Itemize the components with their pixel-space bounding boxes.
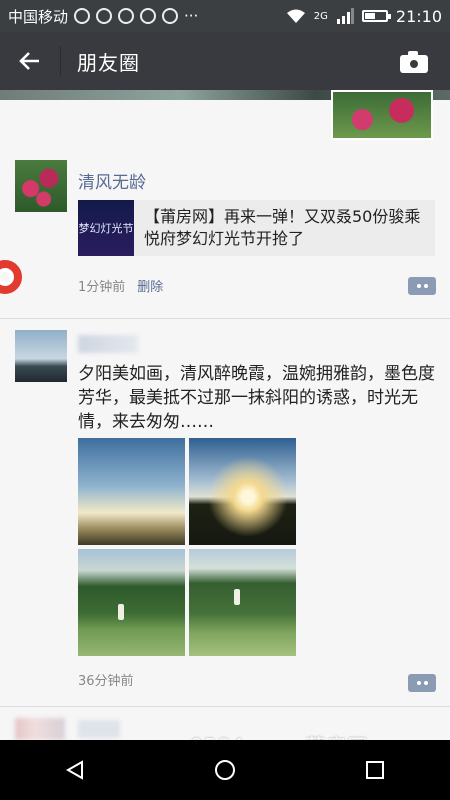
post-item: 清风无龄 梦幻灯光节 【莆房网】再来一弹！又双叒50份骏乘悦府梦幻灯光节开抢了 …	[0, 160, 450, 328]
page-title: 朋友圈	[77, 50, 140, 75]
back-button[interactable]	[0, 32, 60, 90]
back-arrow-icon	[19, 52, 39, 70]
post-meta: 1分钟前 删除	[78, 276, 163, 295]
battery-icon	[361, 10, 391, 22]
clock: 21:10	[395, 6, 442, 26]
title-bar: 朋友圈	[0, 32, 450, 90]
post-time: 36分钟前	[78, 674, 134, 689]
more-icon: ···	[184, 7, 199, 25]
photo-sunset-2[interactable]	[189, 438, 296, 545]
author-name[interactable]: 清风无龄	[78, 168, 146, 193]
carrier-label: 中国移动	[8, 7, 69, 26]
divider	[0, 706, 450, 707]
post-text: 夕阳美如画，清风醉晚霞，温婉拥雅韵，墨色度芳华，最美抵不过那一抹斜阳的诱惑，时光…	[78, 364, 435, 432]
photo-grid	[78, 438, 298, 656]
post-meta: 36分钟前	[78, 670, 134, 689]
link-thumbnail: 梦幻灯光节	[78, 200, 134, 256]
app-icon-2	[162, 8, 179, 24]
nav-recent-icon	[366, 761, 384, 779]
comment-icon	[416, 284, 428, 288]
photo-field-2[interactable]	[189, 549, 296, 656]
post-item: 夕阳美如画，清风醉晚霞，温婉拥雅韵，墨色度芳华，最美抵不过那一抹斜阳的诱惑，时光…	[0, 330, 450, 705]
comment-button[interactable]	[408, 277, 436, 295]
link-title: 【莆房网】再来一弹！又双叒50份骏乘悦府梦幻灯光节开抢了	[144, 207, 421, 248]
author-name-blurred[interactable]	[78, 335, 138, 353]
moments-feed[interactable]: 清风无龄 梦幻灯光节 【莆房网】再来一弹！又双叒50份骏乘悦府梦幻灯光节开抢了 …	[0, 90, 450, 758]
comment-button[interactable]	[408, 674, 436, 692]
camera-button[interactable]	[400, 51, 428, 73]
avatar[interactable]	[15, 330, 67, 382]
notification-icon	[74, 8, 91, 24]
nav-back-icon	[65, 760, 83, 780]
browser-icon	[118, 8, 135, 24]
nav-home-icon	[215, 760, 235, 780]
my-avatar[interactable]	[331, 90, 433, 140]
avatar[interactable]	[15, 160, 67, 212]
avatar-blurred[interactable]	[15, 718, 65, 740]
network-label: 2G	[313, 10, 328, 22]
status-bar: 中国移动 ··· 2G 21:10	[0, 0, 450, 32]
moon-icon	[96, 8, 113, 24]
post-item-partial: 0594.com 莆房网	[0, 708, 450, 758]
photo-sunset-1[interactable]	[78, 438, 185, 545]
signal-icon	[336, 8, 354, 24]
nav-recent-button[interactable]	[355, 750, 395, 790]
app-icon	[140, 8, 157, 24]
link-thumbnail-text: 梦幻灯光节	[78, 222, 134, 235]
post-time: 1分钟前	[78, 280, 126, 295]
shared-link-card[interactable]: 梦幻灯光节 【莆房网】再来一弹！又双叒50份骏乘悦府梦幻灯光节开抢了	[78, 200, 435, 256]
nav-home-button[interactable]	[205, 750, 245, 790]
author-name-blurred[interactable]	[78, 720, 120, 738]
comment-icon	[416, 681, 428, 685]
photo-field-1[interactable]	[78, 549, 185, 656]
system-nav-bar	[0, 740, 450, 800]
title-divider	[60, 46, 61, 76]
wifi-icon	[286, 9, 305, 23]
divider	[0, 318, 450, 319]
nav-back-button[interactable]	[55, 750, 95, 790]
delete-link[interactable]: 删除	[137, 280, 163, 295]
